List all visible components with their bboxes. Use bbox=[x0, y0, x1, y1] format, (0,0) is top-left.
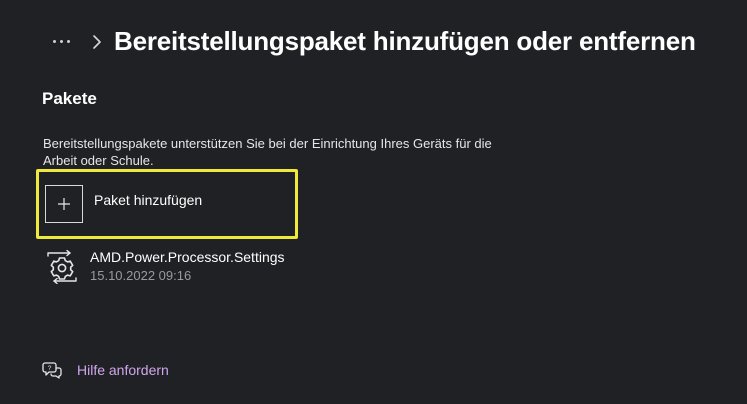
package-date: 15.10.2022 09:16 bbox=[90, 268, 192, 283]
help-label: Hilfe anfordern bbox=[77, 362, 169, 378]
more-options-button[interactable] bbox=[46, 27, 76, 57]
add-package-label: Paket hinzufügen bbox=[94, 192, 203, 208]
add-package-button[interactable]: Paket hinzufügen bbox=[36, 169, 298, 239]
section-title: Pakete bbox=[42, 89, 97, 108]
package-item[interactable]: AMD.Power.Processor.Settings 15.10.2022 … bbox=[44, 248, 444, 288]
svg-text:?: ? bbox=[48, 365, 52, 372]
help-chat-icon: ? bbox=[42, 362, 62, 379]
get-help-link[interactable]: ? Hilfe anfordern bbox=[42, 361, 169, 379]
package-name: AMD.Power.Processor.Settings bbox=[90, 249, 285, 265]
page-header: Bereitstellungspaket hinzufügen oder ent… bbox=[46, 26, 696, 57]
page-title: Bereitstellungspaket hinzufügen oder ent… bbox=[114, 26, 696, 56]
chevron-right-icon bbox=[93, 34, 101, 49]
package-settings-icon bbox=[47, 250, 77, 284]
section-description: Bereitstellungspakete unterstützen Sie b… bbox=[43, 136, 492, 168]
ellipsis-icon bbox=[52, 40, 70, 43]
plus-icon bbox=[45, 185, 83, 223]
settings-page: Bereitstellungspaket hinzufügen oder ent… bbox=[0, 0, 747, 404]
